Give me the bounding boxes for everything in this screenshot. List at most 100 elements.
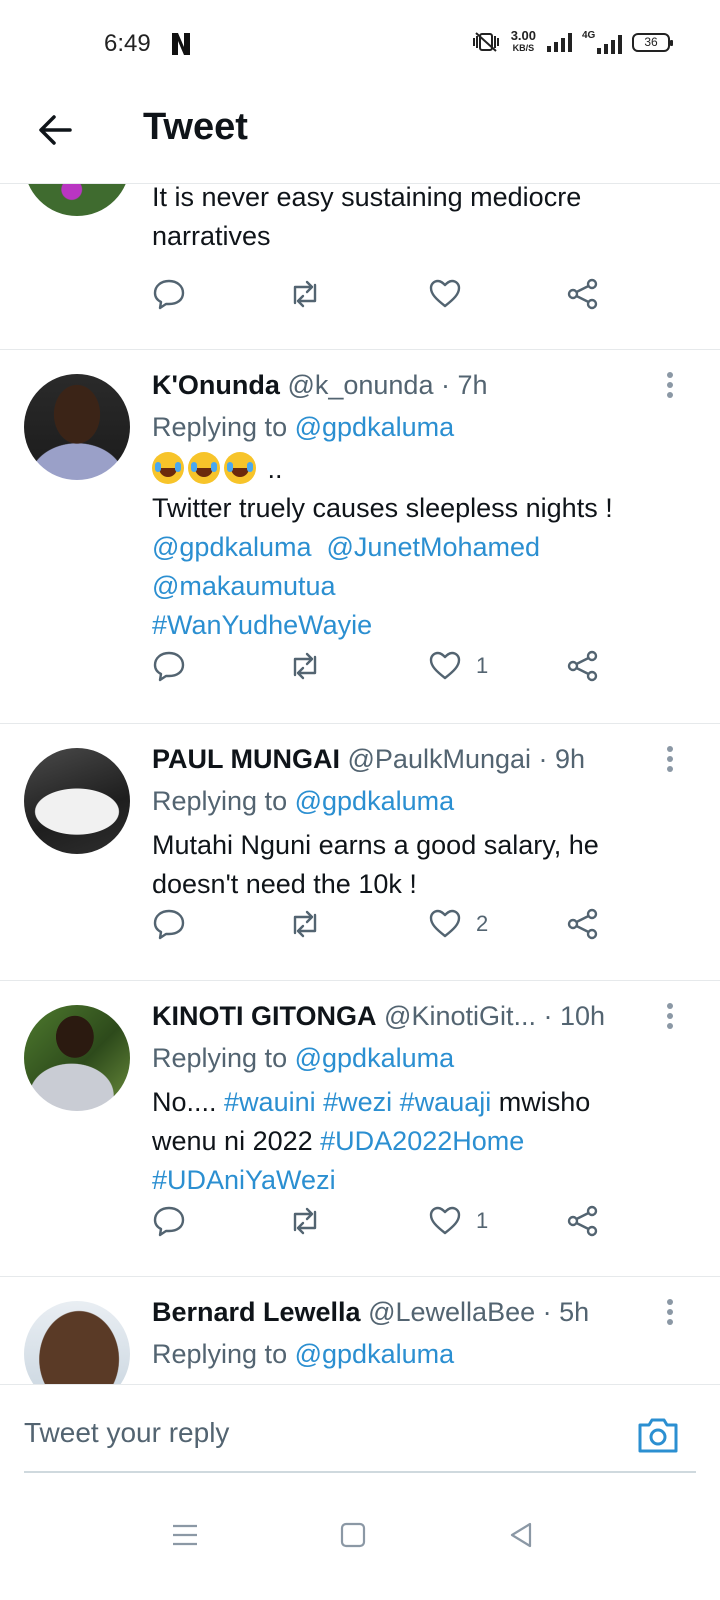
retweet-icon <box>293 1207 317 1235</box>
share-button[interactable] <box>566 646 600 686</box>
reply-button[interactable] <box>152 646 186 686</box>
tweet[interactable]: K'Onunda @k_onunda · 7h Replying to @gpd… <box>0 350 720 724</box>
hashtag-link[interactable]: #wezi <box>323 1087 392 1117</box>
reply-button[interactable] <box>152 1201 186 1241</box>
tweet-partial[interactable]: It is never easy sustaining mediocre nar… <box>0 184 720 350</box>
reply-composer: Tweet your reply <box>0 1384 720 1490</box>
tweet-time: · 7h <box>440 370 488 400</box>
camera-icon[interactable] <box>636 1415 680 1455</box>
share-button[interactable] <box>566 274 600 314</box>
vibrate-off-icon <box>472 32 499 52</box>
heart-icon <box>429 651 461 680</box>
reply-icon <box>153 651 185 682</box>
back-icon[interactable] <box>506 1520 536 1550</box>
system-navigation-bar <box>0 1490 720 1600</box>
retweet-button[interactable] <box>288 646 322 686</box>
hashtag-link[interactable]: #wauini <box>224 1087 316 1117</box>
retweet-button[interactable] <box>288 274 322 314</box>
author-handle[interactable]: @k_onunda <box>287 370 433 400</box>
tweet[interactable]: PAUL MUNGAI @PaulkMungai · 9h Replying t… <box>0 724 720 981</box>
hashtag-link[interactable]: #UDAniYaWezi <box>152 1165 336 1195</box>
replies-feed[interactable]: It is never easy sustaining mediocre nar… <box>0 184 720 1414</box>
home-icon[interactable] <box>338 1520 368 1550</box>
author-handle[interactable]: @KinotiGit... <box>384 1001 536 1031</box>
mention-link[interactable]: @gpdkaluma <box>152 532 312 562</box>
heart-icon <box>429 909 461 938</box>
like-button[interactable]: 2 <box>428 904 488 944</box>
replying-to-link[interactable]: @gpdkaluma <box>295 1043 455 1073</box>
battery-indicator: 36 <box>632 32 673 52</box>
author-handle[interactable]: @PaulkMungai <box>348 744 532 774</box>
status-time: 6:49 <box>104 30 151 57</box>
tweet-time: · 5h <box>542 1297 590 1327</box>
replying-to-link[interactable]: @gpdkaluma <box>295 412 455 442</box>
signal-icon-2 <box>597 35 622 54</box>
avatar[interactable] <box>24 374 130 480</box>
more-options-icon[interactable] <box>666 1003 674 1031</box>
tweet[interactable]: KINOTI GITONGA @KinotiGit... · 10h Reply… <box>0 981 720 1277</box>
author-handle[interactable]: @LewellaBee <box>368 1297 535 1327</box>
author-name[interactable]: Bernard Lewella <box>152 1297 361 1327</box>
tweet-actions: 2 <box>152 904 612 944</box>
page-title: Tweet <box>143 106 248 148</box>
more-options-icon[interactable] <box>666 1299 674 1327</box>
replying-to-link[interactable]: @gpdkaluma <box>295 1339 455 1369</box>
share-icon <box>567 650 598 682</box>
top-app-bar: Tweet <box>0 90 720 184</box>
tweet-time: · 10h <box>543 1001 606 1031</box>
menu-icon[interactable] <box>170 1520 200 1550</box>
replying-to: Replying to @gpdkaluma <box>152 1339 455 1369</box>
tweet-actions: 1 <box>152 1201 612 1241</box>
tweet-header: KINOTI GITONGA @KinotiGit... · 10h <box>152 1001 605 1032</box>
reply-button[interactable] <box>152 274 186 314</box>
author-name[interactable]: PAUL MUNGAI <box>152 744 340 774</box>
network-speed: 3.00 KB/S <box>510 28 536 53</box>
like-button[interactable]: 1 <box>428 1201 488 1241</box>
heart-icon <box>429 279 461 308</box>
reply-icon <box>153 1206 185 1237</box>
replying-to-link[interactable]: @gpdkaluma <box>295 786 455 816</box>
share-button[interactable] <box>566 1201 600 1241</box>
mention-link[interactable]: @makaumutua <box>152 571 336 601</box>
tweet-header: PAUL MUNGAI @PaulkMungai · 9h <box>152 744 585 775</box>
tweet-time: · 9h <box>538 744 586 774</box>
hashtag-link[interactable]: #WanYudheWayie <box>152 610 372 640</box>
back-arrow-icon[interactable] <box>34 108 78 152</box>
tears-of-joy-emoji-icon <box>152 452 184 484</box>
like-count: 1 <box>476 653 489 678</box>
netflix-notification-icon <box>172 33 190 55</box>
author-name[interactable]: K'Onunda <box>152 370 280 400</box>
like-button[interactable]: 1 <box>428 646 488 686</box>
tweet-actions: 1 <box>152 646 612 686</box>
more-options-icon[interactable] <box>666 372 674 400</box>
avatar[interactable] <box>24 1005 130 1111</box>
tears-of-joy-emoji-icon <box>224 452 256 484</box>
avatar[interactable] <box>24 184 130 216</box>
mention-link[interactable]: @JunetMohamed <box>327 532 541 562</box>
retweet-icon <box>293 910 317 938</box>
replying-to: Replying to @gpdkaluma <box>152 1043 455 1073</box>
reply-underline <box>24 1471 696 1473</box>
more-options-icon[interactable] <box>666 746 674 774</box>
replying-to: Replying to @gpdkaluma <box>152 412 455 442</box>
author-name[interactable]: KINOTI GITONGA <box>152 1001 377 1031</box>
heart-icon <box>429 1206 461 1235</box>
replying-to: Replying to @gpdkaluma <box>152 786 455 816</box>
tweet-header: Bernard Lewella @LewellaBee · 5h <box>152 1297 589 1328</box>
tears-of-joy-emoji-icon <box>188 452 220 484</box>
avatar[interactable] <box>24 748 130 854</box>
network-type: 4G <box>582 30 622 54</box>
share-icon <box>567 278 598 310</box>
hashtag-link[interactable]: #wauaji <box>400 1087 492 1117</box>
hashtag-link[interactable]: #UDA2022Home <box>320 1126 524 1156</box>
like-count: 2 <box>476 911 489 936</box>
retweet-button[interactable] <box>288 1201 322 1241</box>
share-button[interactable] <box>566 904 600 944</box>
reply-input[interactable]: Tweet your reply <box>24 1417 229 1449</box>
retweet-button[interactable] <box>288 904 322 944</box>
retweet-icon <box>293 652 317 680</box>
reply-button[interactable] <box>152 904 186 944</box>
status-bar: 6:49 3.00 KB/S 4G 36 <box>0 0 720 90</box>
like-button[interactable] <box>428 274 462 314</box>
share-icon <box>567 908 598 940</box>
